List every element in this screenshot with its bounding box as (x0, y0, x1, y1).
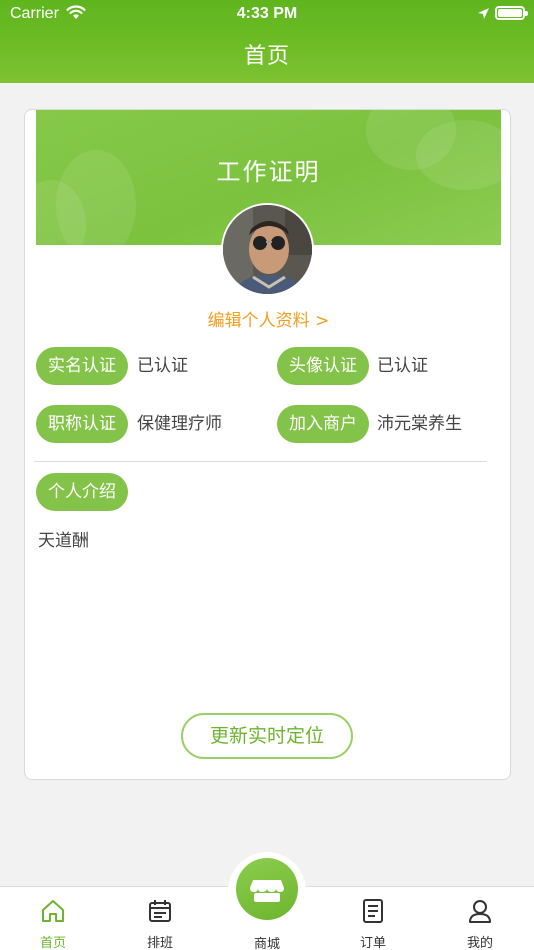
battery-icon (495, 6, 528, 20)
tab-home[interactable]: 首页 (13, 887, 93, 950)
tab-schedule-label: 排班 (146, 936, 173, 950)
divider (34, 461, 487, 462)
title-verify-value: 保健理疗师 (137, 414, 222, 434)
order-icon (360, 898, 386, 924)
update-location-button[interactable]: 更新实时定位 (181, 713, 353, 759)
merchant-badge: 加入商户 (277, 405, 369, 443)
calendar-icon (147, 898, 173, 924)
status-bar: Carrier 4:33 PM (0, 0, 534, 28)
merchant-value: 沛元棠养生 (377, 414, 462, 434)
avatar-verify-status: 已认证 (377, 356, 428, 376)
certificate-title: 工作证明 (216, 158, 321, 186)
work-certificate-card: 工作证明 编辑个人资料 > 实名认证 已认证 头像认证 已认证 职称认证 保健理… (24, 109, 511, 780)
tab-orders-label: 订单 (359, 936, 386, 950)
page-title: 首页 (243, 44, 290, 69)
avatar[interactable] (221, 203, 314, 296)
tab-shop-label: 商城 (253, 937, 280, 950)
avatar-verify-badge: 头像认证 (277, 347, 369, 385)
shop-button-ring (228, 852, 306, 930)
intro-text: 天道酬 (38, 531, 89, 551)
tab-profile[interactable]: 我的 (440, 887, 520, 950)
tab-shop-button[interactable] (236, 858, 298, 920)
location-arrow-icon (477, 6, 490, 24)
real-name-status: 已认证 (137, 356, 188, 376)
shop-icon (250, 880, 284, 902)
top-bar: Carrier 4:33 PM 首页 (0, 0, 534, 83)
tab-orders[interactable]: 订单 (333, 887, 413, 950)
profile-icon (467, 898, 493, 924)
real-name-badge: 实名认证 (36, 347, 128, 385)
clock: 4:33 PM (236, 5, 298, 22)
tab-schedule[interactable]: 排班 (120, 887, 200, 950)
title-verify-badge: 职称认证 (36, 405, 128, 443)
tab-profile-label: 我的 (466, 936, 493, 950)
intro-badge: 个人介绍 (36, 473, 128, 511)
edit-profile-link[interactable]: 编辑个人资料 > (25, 306, 510, 331)
tab-home-label: 首页 (39, 936, 66, 950)
home-icon (40, 898, 66, 924)
